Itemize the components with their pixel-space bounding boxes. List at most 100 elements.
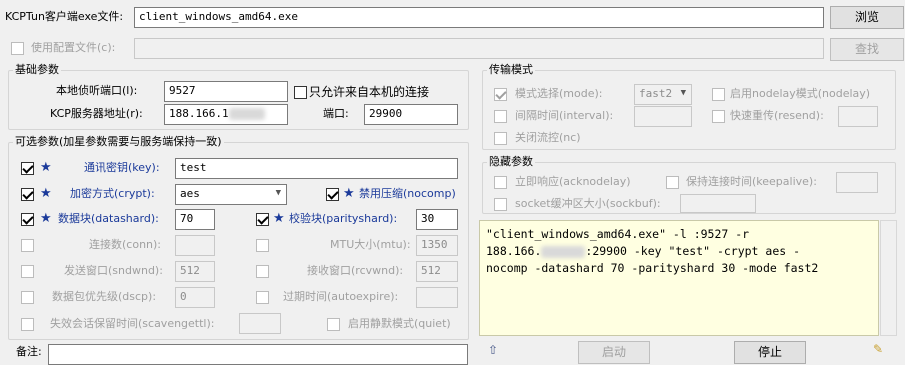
keepalive-checkbox[interactable]: [666, 176, 679, 189]
acknodelay-label: 立即响应(acknodelay): [515, 175, 631, 188]
conn-input[interactable]: [175, 235, 215, 256]
star-icon: ★: [40, 186, 52, 201]
key-input[interactable]: test: [175, 158, 458, 179]
chevron-down-icon: ▼: [680, 88, 686, 98]
basic-params-title: 基础参数: [13, 63, 61, 77]
mtu-checkbox[interactable]: [256, 239, 269, 252]
conn-checkbox[interactable]: [21, 239, 34, 252]
datashard-input[interactable]: 70: [175, 209, 215, 230]
server-port-input[interactable]: 29900: [364, 104, 458, 125]
mode-label: 模式选择(mode):: [515, 87, 603, 100]
crypt-select[interactable]: aes ▼: [175, 184, 287, 205]
mode-select-value: fast2: [639, 87, 673, 100]
star-icon: ★: [40, 211, 52, 226]
resend-input[interactable]: [838, 106, 878, 127]
rcvwnd-label: 接收窗口(rcvwnd):: [307, 264, 404, 277]
find-button[interactable]: 查找: [830, 38, 904, 61]
autoexpire-input[interactable]: [416, 287, 458, 308]
config-file-input[interactable]: [134, 38, 824, 59]
interval-checkbox[interactable]: [494, 110, 507, 123]
browse-button[interactable]: 浏览: [830, 6, 904, 29]
nocomp-checkbox[interactable]: [326, 188, 339, 201]
key-label: 通讯密钥(key):: [84, 161, 160, 174]
resend-label: 快速重传(resend):: [730, 109, 824, 122]
nodelay-checkbox[interactable]: [712, 88, 725, 101]
scavengettl-checkbox[interactable]: [21, 318, 34, 331]
local-port-label: 本地侦听端口(l):: [56, 84, 138, 97]
crypt-label: 加密方式(crypt):: [70, 187, 155, 200]
exe-file-label: KCPTun客户端exe文件:: [5, 10, 124, 23]
autoexpire-label: 过期时间(autoexpire):: [283, 290, 399, 303]
dscp-label: 数据包优先级(dscp):: [52, 290, 157, 303]
server-port-label: 端口:: [323, 107, 349, 120]
server-addr-value: 188.166.1: [169, 107, 229, 120]
scavengettl-input[interactable]: [239, 313, 281, 334]
local-only-checkbox[interactable]: [294, 86, 307, 99]
redacted-ip-blur: [228, 108, 265, 120]
command-scrollbar[interactable]: [880, 220, 897, 336]
crypt-select-value: aes: [180, 187, 200, 200]
datashard-checkbox[interactable]: [21, 213, 34, 226]
redacted-ip-blur: [541, 245, 586, 258]
command-preview[interactable]: "client_windows_amd64.exe" -l :9527 -r 18…: [479, 220, 879, 336]
quiet-checkbox[interactable]: [327, 318, 340, 331]
command-ip-prefix: 188.166.: [486, 244, 542, 258]
star-icon: ★: [343, 186, 355, 201]
rcvwnd-input[interactable]: 512: [416, 261, 458, 282]
sndwnd-checkbox[interactable]: [21, 265, 34, 278]
chevron-down-icon: ▼: [275, 188, 281, 198]
nc-label: 关闭流控(nc): [515, 131, 581, 144]
hidden-params-title: 隐藏参数: [487, 155, 535, 169]
mtu-input[interactable]: 1350: [416, 235, 458, 256]
command-ip-suffix: :29900 -key "test" -crypt aes -: [585, 244, 801, 258]
star-icon: ★: [40, 160, 52, 175]
interval-input[interactable]: [634, 106, 692, 127]
sockbuf-input[interactable]: [680, 194, 756, 213]
arrow-icon[interactable]: ⇧: [488, 343, 498, 357]
mtu-label: MTU大小(mtu):: [330, 238, 411, 251]
nodelay-label: 启用nodelay模式(nodelay): [730, 87, 871, 100]
sndwnd-label: 发送窗口(sndwnd):: [64, 264, 163, 277]
command-line-3: nocomp -datashard 70 -parityshard 30 -mo…: [486, 261, 819, 275]
star-icon: ★: [273, 211, 285, 226]
use-config-checkbox[interactable]: [11, 42, 24, 55]
parityshard-label: 校验块(parityshard):: [289, 212, 398, 225]
use-config-label: 使用配置文件(c):: [31, 41, 116, 54]
server-addr-input[interactable]: 188.166.1: [164, 104, 288, 125]
parityshard-checkbox[interactable]: [256, 213, 269, 226]
conn-label: 连接数(conn):: [89, 238, 162, 251]
nc-checkbox[interactable]: [494, 132, 507, 145]
mode-select[interactable]: fast2 ▼: [634, 84, 692, 105]
exe-file-input[interactable]: client_windows_amd64.exe: [134, 7, 824, 28]
rcvwnd-checkbox[interactable]: [256, 265, 269, 278]
mode-checkbox[interactable]: [494, 88, 507, 101]
scavengettl-label: 失效会话保留时间(scavengettl):: [50, 317, 215, 330]
key-checkbox[interactable]: [21, 162, 34, 175]
datashard-label: 数据块(datashard):: [58, 212, 159, 225]
keepalive-label: 保持连接时间(keepalive):: [686, 175, 817, 188]
transfer-mode-title: 传输模式: [487, 63, 535, 77]
server-addr-label: KCP服务器地址(r):: [50, 107, 143, 120]
parityshard-input[interactable]: 30: [416, 209, 458, 230]
command-line-1: "client_windows_amd64.exe" -l :9527 -r: [486, 227, 750, 241]
resend-checkbox[interactable]: [712, 110, 725, 123]
sockbuf-checkbox[interactable]: [494, 198, 507, 211]
sndwnd-input[interactable]: 512: [175, 261, 215, 282]
command-line-2: 188.166. :29900 -key "test" -crypt aes -: [486, 243, 872, 260]
quiet-label: 启用静默模式(quiet): [348, 317, 451, 330]
tool-icon[interactable]: ✎: [873, 342, 883, 356]
acknodelay-checkbox[interactable]: [494, 176, 507, 189]
note-label: 备注:: [16, 345, 42, 358]
sockbuf-label: socket缓冲区大小(sockbuf):: [515, 197, 661, 210]
keepalive-input[interactable]: [836, 172, 878, 193]
local-only-label: 只允许来自本机的连接: [309, 85, 430, 99]
dscp-checkbox[interactable]: [21, 291, 34, 304]
optional-params-title: 可选参数(加星参数需要与服务端保持一致): [13, 135, 224, 149]
autoexpire-checkbox[interactable]: [256, 291, 269, 304]
local-port-input[interactable]: 9527: [164, 81, 288, 102]
dscp-input[interactable]: 0: [175, 287, 215, 308]
nocomp-label: 禁用压缩(nocomp): [359, 187, 456, 200]
note-input[interactable]: [48, 344, 468, 365]
interval-label: 间隔时间(interval):: [515, 109, 614, 122]
crypt-checkbox[interactable]: [21, 188, 34, 201]
